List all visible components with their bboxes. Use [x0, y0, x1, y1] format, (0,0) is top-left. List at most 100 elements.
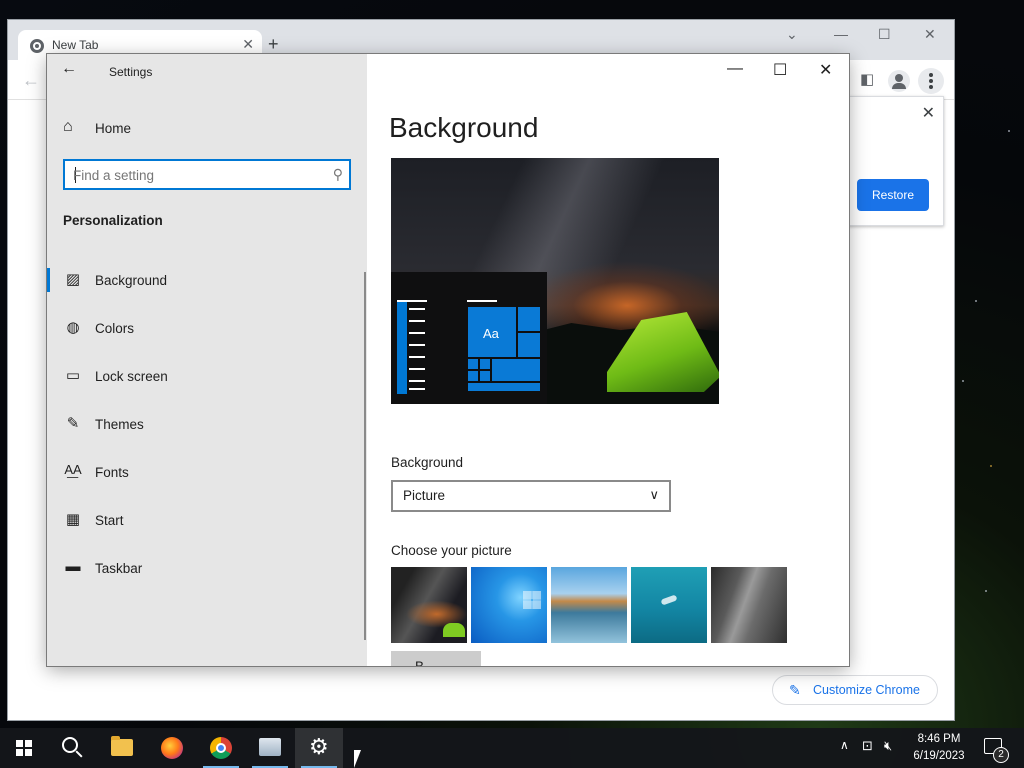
- page-title: Background: [389, 112, 539, 143]
- preview-tile-text: Aa: [483, 326, 499, 341]
- section-heading: Personalization: [63, 213, 163, 228]
- nav-item-background[interactable]: ▨ Background: [47, 264, 367, 312]
- selection-indicator: [47, 268, 50, 292]
- preview-tile: [517, 332, 541, 358]
- taskbar-chrome[interactable]: [197, 728, 245, 768]
- themes-icon: ✎: [66, 415, 80, 432]
- app-title: Settings: [109, 65, 153, 79]
- nav-item-label: Lock screen: [95, 369, 168, 384]
- close-window-icon[interactable]: ✕: [924, 26, 936, 43]
- taskbar-icon: ▬: [65, 558, 81, 575]
- background-type-select[interactable]: Picture ∨: [391, 480, 671, 512]
- star: [990, 465, 992, 467]
- taskbar-firefox[interactable]: [148, 728, 196, 768]
- minimize-icon[interactable]: —: [834, 26, 848, 42]
- notification-count: 2: [993, 747, 1009, 763]
- customize-chrome-button[interactable]: ✎ Customize Chrome: [772, 675, 938, 705]
- firefox-icon: [161, 737, 183, 759]
- windows-logo-icon: [16, 740, 32, 756]
- nav-scrollbar[interactable]: [364, 272, 366, 640]
- nav-item-label: Start: [95, 513, 124, 528]
- gear-icon: ⚙: [309, 734, 329, 759]
- network-icon[interactable]: ⊡: [862, 738, 873, 768]
- volume-muted-icon[interactable]: 🔇︎: [884, 738, 892, 768]
- nav-item-fonts[interactable]: A͟A Fonts: [47, 456, 367, 504]
- new-tab-button[interactable]: +: [268, 34, 279, 55]
- preview-tile: [517, 306, 541, 332]
- settings-nav-pane: ← Settings ⌂ Home ⚲ Personalization ▨ Ba…: [47, 54, 367, 666]
- nav-home-label: Home: [95, 121, 132, 136]
- picture-thumb-windows-blue[interactable]: [471, 567, 547, 643]
- preview-tile: [479, 370, 491, 382]
- settings-content-pane: — ☐ ✕ Background Aa Background Picture ∨…: [367, 54, 849, 666]
- nav-item-label: Colors: [95, 321, 135, 336]
- clock-date: 6/19/2023: [913, 750, 965, 762]
- home-icon: ⌂: [63, 118, 73, 135]
- picture-icon: ▨: [65, 271, 81, 288]
- nav-item-start[interactable]: ▦ Start: [47, 504, 367, 552]
- search-icon[interactable]: ⚲: [333, 166, 343, 183]
- preview-tile: [467, 370, 479, 382]
- nav-item-colors[interactable]: ◍ Colors: [47, 312, 367, 360]
- nav-item-label: Background: [95, 273, 168, 288]
- background-type-label: Background: [391, 455, 464, 470]
- chrome-menu-icon[interactable]: [918, 68, 944, 94]
- chrome-tab-title: New Tab: [52, 38, 99, 52]
- preview-tile: [479, 358, 491, 370]
- background-type-value: Picture: [403, 488, 446, 503]
- nav-list: ▨ Background ◍ Colors ▭ Lock screen ✎ Th…: [47, 264, 367, 600]
- back-arrow-icon[interactable]: ←: [22, 70, 40, 91]
- maximize-icon[interactable]: ☐: [878, 26, 891, 43]
- taskbar-photos[interactable]: [246, 728, 294, 768]
- star: [1008, 130, 1010, 132]
- picture-thumb-night-sky-tent[interactable]: [391, 567, 467, 643]
- nav-item-label: Themes: [95, 417, 144, 432]
- fonts-icon: A͟A: [64, 462, 82, 477]
- taskbar: ⚙ ∧ ⊡ 🔇︎ 8:46 PM 6/19/2023 2: [0, 728, 1024, 768]
- taskbar-settings[interactable]: ⚙: [295, 728, 343, 768]
- taskbar-search-button[interactable]: [48, 728, 96, 768]
- system-clock[interactable]: 8:46 PM 6/19/2023: [902, 731, 976, 765]
- browse-button[interactable]: B: [391, 651, 481, 666]
- tab-close-icon[interactable]: ✕: [242, 36, 254, 53]
- search-icon: [62, 737, 78, 753]
- clock-time: 8:46 PM: [917, 733, 961, 745]
- tab-search-icon[interactable]: ⌄: [786, 26, 798, 43]
- settings-window: ← Settings ⌂ Home ⚲ Personalization ▨ Ba…: [47, 54, 849, 666]
- nav-item-label: Fonts: [95, 465, 129, 480]
- back-arrow-icon[interactable]: ←: [61, 60, 77, 78]
- maximize-icon[interactable]: ☐: [773, 60, 787, 80]
- customize-chrome-label: Customize Chrome: [813, 683, 920, 697]
- picture-thumb-underwater-swimmer[interactable]: [631, 567, 707, 643]
- preview-tile: [467, 358, 479, 370]
- restore-button[interactable]: Restore: [857, 179, 929, 211]
- start-icon: ▦: [65, 511, 81, 528]
- start-button[interactable]: [0, 728, 48, 768]
- lock-screen-icon: ▭: [65, 367, 81, 384]
- picture-thumb-rock-cliff[interactable]: [711, 567, 787, 643]
- nav-item-themes[interactable]: ✎ Themes: [47, 408, 367, 456]
- star: [985, 590, 987, 592]
- search-input[interactable]: [73, 165, 313, 185]
- preview-tile-aa: Aa: [467, 306, 517, 358]
- close-icon[interactable]: ✕: [819, 60, 832, 80]
- chevron-up-icon[interactable]: ∧: [840, 738, 849, 768]
- side-panel-icon[interactable]: ◧: [860, 70, 874, 88]
- settings-search-box[interactable]: ⚲: [63, 159, 351, 190]
- chrome-icon: [210, 737, 232, 759]
- nav-item-taskbar[interactable]: ▬ Taskbar: [47, 552, 367, 600]
- star: [975, 300, 977, 302]
- browse-button-label: B: [415, 659, 424, 666]
- mouse-cursor: [354, 750, 361, 768]
- nav-item-lock-screen[interactable]: ▭ Lock screen: [47, 360, 367, 408]
- taskbar-file-explorer[interactable]: [98, 728, 146, 768]
- close-icon[interactable]: ✕: [922, 103, 935, 123]
- palette-icon: ◍: [66, 319, 80, 336]
- pencil-icon: ✎: [789, 682, 801, 698]
- preview-start-menu: Aa: [391, 272, 547, 404]
- picture-thumb-beach-rocks[interactable]: [551, 567, 627, 643]
- profile-avatar-icon[interactable]: [888, 70, 910, 92]
- preview-start-header: [467, 300, 497, 302]
- preview-start-column: [397, 302, 407, 394]
- minimize-icon[interactable]: —: [727, 60, 743, 78]
